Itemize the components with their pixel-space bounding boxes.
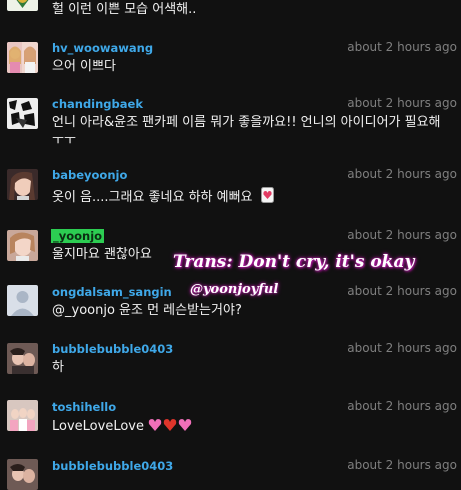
comment-timestamp[interactable]: about 2 hours ago [347,40,457,54]
comment-timestamp[interactable]: about 2 hours ago [347,167,457,181]
comment-text-wrap: LoveLoveLove [52,418,192,438]
comment-row: toshihello about 2 hours ago LoveLoveLov… [0,394,461,452]
avatar[interactable] [7,343,38,374]
avatar[interactable] [7,0,38,11]
translation-overlay: Trans: Don't cry, it's okay [173,252,415,272]
heart-emoji [260,187,274,209]
comment-username[interactable]: hv_woowawang [52,41,153,55]
avatar[interactable] [7,285,38,316]
comment-row: 헐 이런 이쁜 모습 어색해.. [0,0,461,28]
comment-username[interactable]: ongdalsam_sangin [52,285,172,299]
comment-row: bubblebubble0403 about 2 hours ago [0,453,461,490]
credit-watermark: @yoonjoyful [190,282,279,297]
comment-row: _yoonjo about 2 hours ago 울지마요 괜찮아요 [0,221,461,281]
comment-row: bubblebubble0403 about 2 hours ago 하 [0,337,461,393]
comment-row: babeyoonjo about 2 hours ago 옷이 음....그래요… [0,163,461,220]
comment-text: 하 [52,360,64,375]
comment-row: chandingbaek about 2 hours ago 언니 아라&윤조 … [0,92,461,162]
avatar[interactable] [7,98,38,129]
avatar[interactable] [7,400,38,431]
comment-username[interactable]: bubblebubble0403 [52,342,173,356]
avatar[interactable] [7,42,38,73]
comment-username[interactable]: chandingbaek [52,97,143,111]
avatar[interactable] [7,169,38,200]
comment-username[interactable]: bubblebubble0403 [52,459,173,473]
avatar[interactable] [7,459,38,490]
avatar[interactable] [7,230,38,261]
comment-timestamp[interactable]: about 2 hours ago [347,228,457,242]
comment-username[interactable]: _yoonjo [51,229,105,243]
comment-text: 헐 이런 이쁜 모습 어색해.. [52,2,197,17]
comment-timestamp[interactable]: about 2 hours ago [347,399,457,413]
comment-feed: 헐 이런 이쁜 모습 어색해.. hv_woowawang about 2 ho… [0,0,461,490]
comment-row: hv_woowawang about 2 hours ago 으어 이쁘다 [0,36,461,91]
comment-text-wrap: 옷이 음....그래요 좋네요 하하 예뻐요 [52,187,274,209]
comment-text: LoveLoveLove [52,419,144,434]
comment-username[interactable]: toshihello [52,400,116,414]
comment-timestamp[interactable]: about 2 hours ago [347,341,457,355]
comment-text: 언니 아라&윤조 팬카페 이름 뭐가 좋을까요!! 언니의 아이디어가 필요해 … [52,115,441,148]
comment-timestamp[interactable]: about 2 hours ago [347,458,457,472]
comment-timestamp[interactable]: about 2 hours ago [347,284,457,298]
comment-text: @_yoonjo 윤조 먼 레슨받는거야? [52,303,242,318]
comment-username[interactable]: babeyoonjo [52,168,127,182]
sparkling-hearts-emoji [148,418,192,438]
comment-timestamp[interactable]: about 2 hours ago [347,96,457,110]
comment-text: 옷이 음....그래요 좋네요 하하 예뻐요 [52,190,253,205]
comment-text: 으어 이쁘다 [52,59,116,74]
